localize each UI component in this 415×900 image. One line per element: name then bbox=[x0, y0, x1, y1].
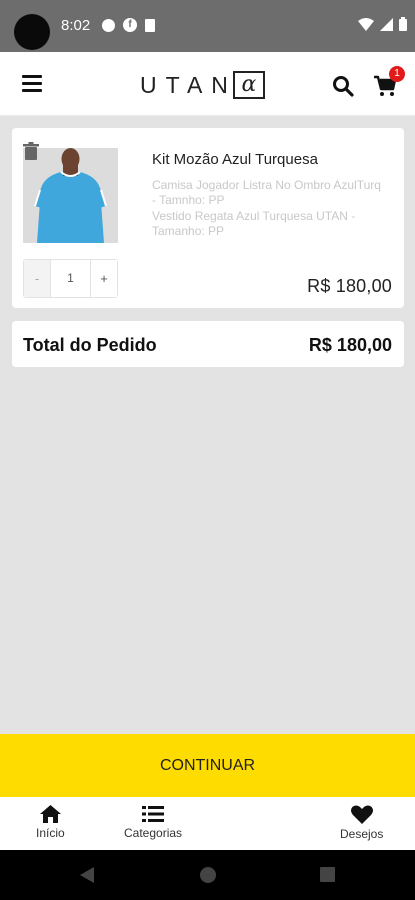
battery-icon bbox=[399, 17, 407, 31]
camera-cutout bbox=[14, 14, 50, 50]
cart-count-badge: 1 bbox=[389, 66, 405, 82]
app-header: UTAN α bbox=[0, 52, 415, 116]
system-status-icons bbox=[358, 17, 407, 31]
quantity-decrease-button[interactable]: - bbox=[24, 260, 51, 297]
back-icon[interactable] bbox=[80, 867, 94, 883]
status-time: 8:02 bbox=[61, 17, 91, 34]
sim-card-icon bbox=[145, 18, 155, 32]
search-icon[interactable] bbox=[331, 74, 355, 98]
notification-icons: f bbox=[102, 18, 155, 32]
cell-signal-icon bbox=[380, 17, 393, 31]
bottom-nav: Início Categorias Desejos bbox=[0, 797, 415, 850]
product-component: Vestido Regata Azul Turquesa UTAN - Tama… bbox=[152, 209, 356, 238]
nav-item-wishlist[interactable]: Desejos bbox=[340, 805, 383, 841]
heart-icon bbox=[350, 805, 373, 824]
product-component: Camisa Jogador Listra No Ombro AzulTurq … bbox=[152, 178, 381, 207]
wifi-icon bbox=[358, 17, 374, 31]
nav-label-wishlist: Desejos bbox=[340, 827, 384, 841]
logo-mark: α bbox=[232, 71, 265, 99]
order-total-label: Total do Pedido bbox=[23, 335, 157, 355]
item-price: R$ 180,00 bbox=[307, 276, 392, 296]
list-icon bbox=[142, 806, 165, 822]
nav-label-home: Início bbox=[36, 826, 65, 840]
trash-icon[interactable] bbox=[23, 142, 39, 160]
product-image[interactable] bbox=[23, 148, 118, 243]
app-notification-icon: f bbox=[123, 18, 137, 32]
order-total-value: R$ 180,00 bbox=[308, 335, 392, 355]
quantity-increase-button[interactable]: + bbox=[90, 260, 117, 297]
status-bar: 8:02 f bbox=[0, 0, 415, 52]
nav-label-categories: Categorias bbox=[124, 826, 183, 840]
continue-button[interactable]: CONTINUAR bbox=[0, 734, 415, 797]
product-name[interactable]: Kit Mozão Azul Turquesa bbox=[152, 151, 318, 168]
nav-item-categories[interactable]: Categorias bbox=[124, 805, 182, 840]
cart-item-card: Kit Mozão Azul Turquesa Camisa Jogador L… bbox=[12, 128, 404, 308]
menu-icon[interactable] bbox=[22, 75, 42, 93]
home-icon bbox=[39, 805, 61, 823]
quantity-stepper: - 1 + bbox=[23, 259, 118, 298]
quantity-value[interactable]: 1 bbox=[51, 260, 90, 297]
product-photo-illustration bbox=[23, 148, 118, 243]
nav-item-home[interactable]: Início bbox=[36, 805, 65, 840]
notification-dot-icon bbox=[102, 18, 115, 32]
logo-text: UTAN bbox=[140, 71, 237, 98]
system-nav-bar bbox=[0, 850, 415, 900]
order-total-card: Total do Pedido R$ 180,00 bbox=[12, 321, 404, 367]
home-button-icon[interactable] bbox=[200, 867, 216, 883]
brand-logo[interactable]: UTAN α bbox=[140, 71, 265, 99]
recents-icon[interactable] bbox=[320, 867, 335, 882]
